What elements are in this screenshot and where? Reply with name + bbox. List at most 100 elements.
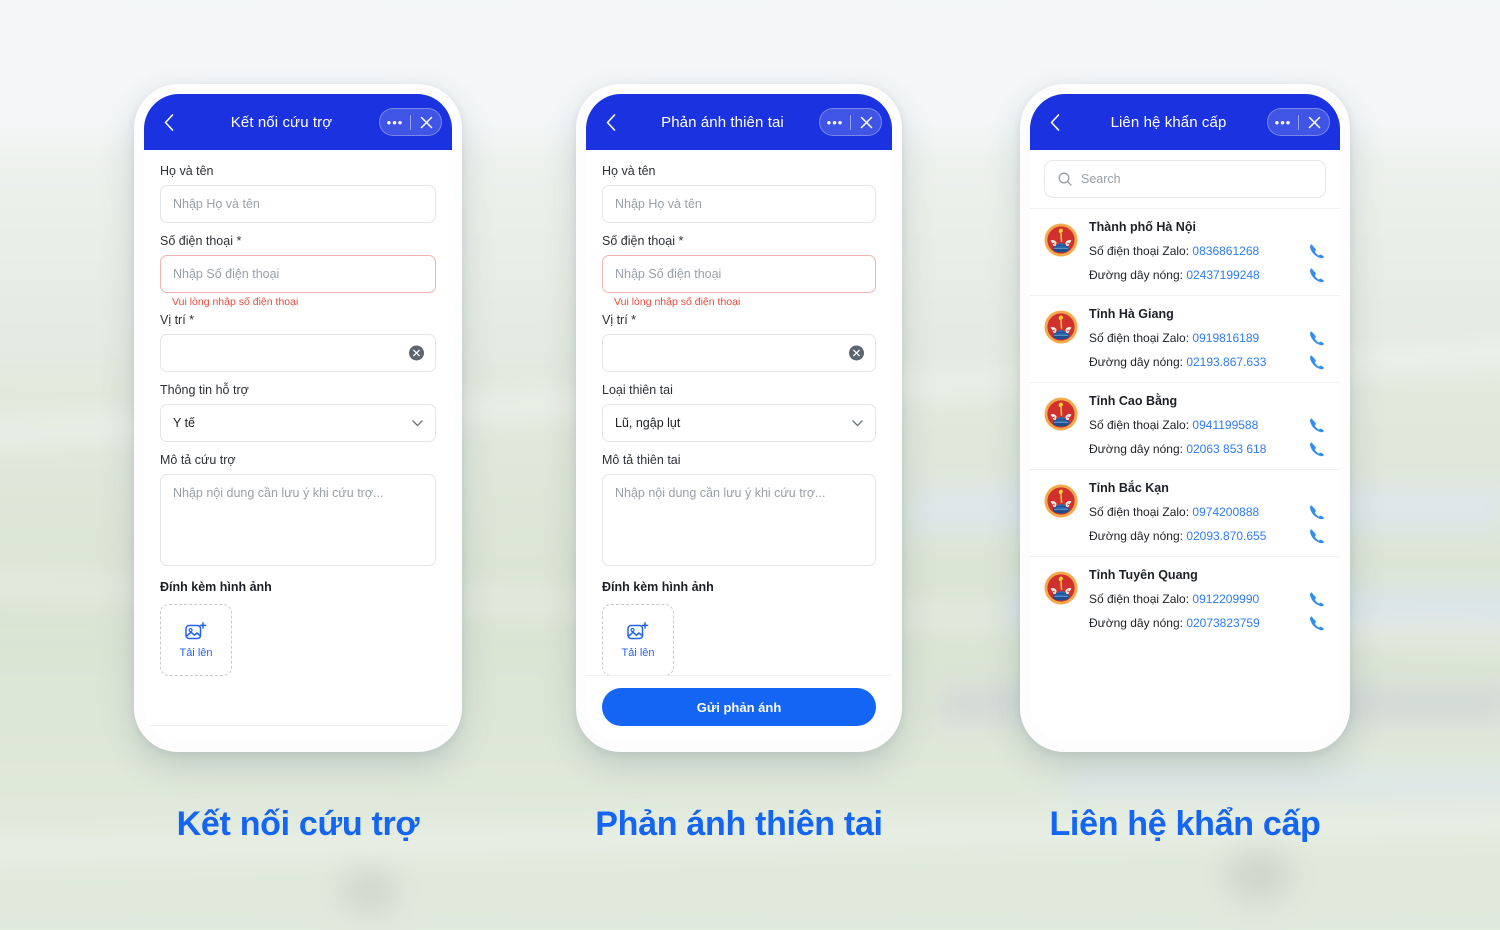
call-hotline-button[interactable] — [1308, 527, 1326, 545]
close-button[interactable] — [851, 108, 881, 136]
call-icon — [1310, 505, 1325, 520]
contact-zalo-row: Số điện thoại Zalo: 0919816189 — [1089, 329, 1326, 347]
upload-button[interactable]: Tải lên — [160, 604, 232, 676]
contacts-list: Thành phố Hà Nội Số điện thoại Zalo: 0836… — [1030, 208, 1340, 643]
app-header: Liên hệ khẩn cấp ••• — [1030, 94, 1340, 150]
call-zalo-button[interactable] — [1308, 503, 1326, 521]
clear-icon[interactable] — [849, 345, 864, 361]
vietnam-emblem-icon — [1044, 571, 1078, 605]
support-type-select[interactable]: Y tế — [160, 404, 436, 442]
close-icon — [420, 116, 432, 128]
contact-zalo-row: Số điện thoại Zalo: 0941199588 — [1089, 416, 1326, 434]
more-button[interactable]: ••• — [820, 108, 850, 136]
call-icon — [1310, 268, 1325, 283]
vietnam-emblem-icon — [1044, 223, 1078, 257]
contact-item[interactable]: Tỉnh Bắc Kạn Số điện thoại Zalo: 09742008… — [1030, 469, 1340, 556]
form-body: Họ và tên Nhập Họ và tên Số điện thoại *… — [144, 150, 452, 725]
location-input[interactable] — [160, 334, 436, 372]
call-hotline-button[interactable] — [1308, 440, 1326, 458]
contact-item[interactable]: Tỉnh Tuyên Quang Số điện thoại Zalo: 0912… — [1030, 556, 1340, 643]
name-placeholder: Nhập Họ và tên — [173, 197, 260, 211]
phone-frame-disaster-report: Phản ánh thiên tai ••• Họ và tên Nhập Họ… — [576, 84, 902, 752]
phone-label: Số điện thoại * — [160, 234, 242, 248]
phone-screen-disaster-report: Phản ánh thiên tai ••• Họ và tên Nhập Họ… — [586, 94, 892, 742]
name-input[interactable]: Nhập Họ và tên — [602, 185, 876, 223]
submit-report-button[interactable]: Gửi phản ánh — [602, 688, 876, 726]
phone-input[interactable]: Nhập Số điện thoại — [160, 255, 436, 293]
more-button[interactable]: ••• — [380, 108, 410, 136]
attachment-label: Đính kèm hình ảnh — [160, 580, 272, 594]
disaster-type-label: Loại thiên tai — [602, 383, 673, 397]
location-input[interactable] — [602, 334, 876, 372]
close-button[interactable] — [1299, 108, 1329, 136]
contact-zalo-text: Số điện thoại Zalo: 0919816189 — [1089, 331, 1302, 345]
hotline-number: 02063 853 618 — [1186, 442, 1267, 456]
back-button[interactable] — [1044, 111, 1066, 133]
chevron-down-icon — [852, 416, 863, 430]
call-icon — [1310, 355, 1325, 370]
call-zalo-button[interactable] — [1308, 590, 1326, 608]
call-hotline-button[interactable] — [1308, 266, 1326, 284]
call-icon — [1310, 529, 1325, 544]
upload-label: Tải lên — [179, 646, 213, 659]
contact-zalo-row: Số điện thoại Zalo: 0974200888 — [1089, 503, 1326, 521]
phone-error-message: Vui lòng nhập số điện thoại — [614, 296, 741, 308]
page-title: Phản ánh thiên tai — [661, 113, 784, 131]
close-icon — [860, 116, 872, 128]
call-icon — [1310, 418, 1325, 433]
contact-item[interactable]: Tỉnh Cao Bằng Số điện thoại Zalo: 0941199… — [1030, 382, 1340, 469]
contact-hotline-row: Đường dây nóng: 02193.867.633 — [1089, 353, 1326, 371]
call-zalo-button[interactable] — [1308, 329, 1326, 347]
page-title: Kết nối cứu trợ — [230, 113, 333, 131]
image-add-icon — [185, 621, 207, 639]
back-button[interactable] — [600, 111, 622, 133]
image-add-icon — [627, 621, 649, 639]
chevron-left-icon — [164, 113, 174, 131]
close-button[interactable] — [411, 108, 441, 136]
call-zalo-button[interactable] — [1308, 242, 1326, 260]
contact-details: Thành phố Hà Nội Số điện thoại Zalo: 0836… — [1089, 220, 1326, 285]
support-type-value: Y tế — [173, 416, 196, 430]
upload-button[interactable]: Tải lên — [602, 604, 674, 675]
support-type-label: Thông tin hỗ trợ — [160, 383, 249, 397]
hotline-number: 02093.870.655 — [1186, 529, 1267, 543]
phone-frame-relief-connect: Kết nối cứu trợ ••• Họ và tên Nhập Họ và… — [134, 84, 462, 752]
description-textarea[interactable]: Nhập nội dung cần lưu ý khi cứu trợ... — [160, 474, 436, 566]
hotline-number: 02073823759 — [1186, 616, 1260, 630]
call-hotline-button[interactable] — [1308, 614, 1326, 632]
search-placeholder: Search — [1081, 172, 1121, 186]
call-zalo-button[interactable] — [1308, 416, 1326, 434]
hotline-number: 02437199248 — [1186, 268, 1260, 282]
zalo-label: Số điện thoại Zalo: — [1089, 331, 1190, 345]
zalo-label: Số điện thoại Zalo: — [1089, 418, 1190, 432]
more-button[interactable]: ••• — [1268, 108, 1298, 136]
back-button[interactable] — [158, 111, 180, 133]
contact-hotline-row: Đường dây nóng: 02063 853 618 — [1089, 440, 1326, 458]
disaster-type-select[interactable]: Lũ, ngập lụt — [602, 404, 876, 442]
phone-input[interactable]: Nhập Số điện thoại — [602, 255, 876, 293]
call-icon — [1310, 442, 1325, 457]
phone-frame-emergency-contacts: Liên hệ khẩn cấp ••• Search Thành phố Hà… — [1020, 84, 1350, 752]
contact-details: Tỉnh Hà Giang Số điện thoại Zalo: 0919816… — [1089, 307, 1326, 372]
zalo-label: Số điện thoại Zalo: — [1089, 592, 1190, 606]
name-label: Họ và tên — [160, 164, 214, 178]
name-input[interactable]: Nhập Họ và tên — [160, 185, 436, 223]
clear-icon[interactable] — [409, 345, 424, 361]
contact-zalo-row: Số điện thoại Zalo: 0912209990 — [1089, 590, 1326, 608]
contact-details: Tỉnh Bắc Kạn Số điện thoại Zalo: 09742008… — [1089, 481, 1326, 546]
description-textarea[interactable]: Nhập nội dung cần lưu ý khi cứu trợ... — [602, 474, 876, 566]
call-icon — [1310, 331, 1325, 346]
contact-item[interactable]: Thành phố Hà Nội Số điện thoại Zalo: 0836… — [1030, 208, 1340, 295]
search-input[interactable]: Search — [1044, 160, 1326, 198]
hotline-label: Đường dây nóng: — [1089, 355, 1183, 369]
caption-relief-connect: Kết nối cứu trợ — [176, 805, 420, 843]
attachment-label: Đính kèm hình ảnh — [602, 580, 714, 594]
contact-hotline-row: Đường dây nóng: 02073823759 — [1089, 614, 1326, 632]
phone-error-message: Vui lòng nhập số điện thoại — [172, 296, 299, 308]
contact-hotline-text: Đường dây nóng: 02193.867.633 — [1089, 355, 1302, 369]
contact-zalo-text: Số điện thoại Zalo: 0912209990 — [1089, 592, 1302, 606]
contact-item[interactable]: Tỉnh Hà Giang Số điện thoại Zalo: 0919816… — [1030, 295, 1340, 382]
call-hotline-button[interactable] — [1308, 353, 1326, 371]
call-icon — [1310, 244, 1325, 259]
phone-screen-emergency-contacts: Liên hệ khẩn cấp ••• Search Thành phố Hà… — [1030, 94, 1340, 742]
